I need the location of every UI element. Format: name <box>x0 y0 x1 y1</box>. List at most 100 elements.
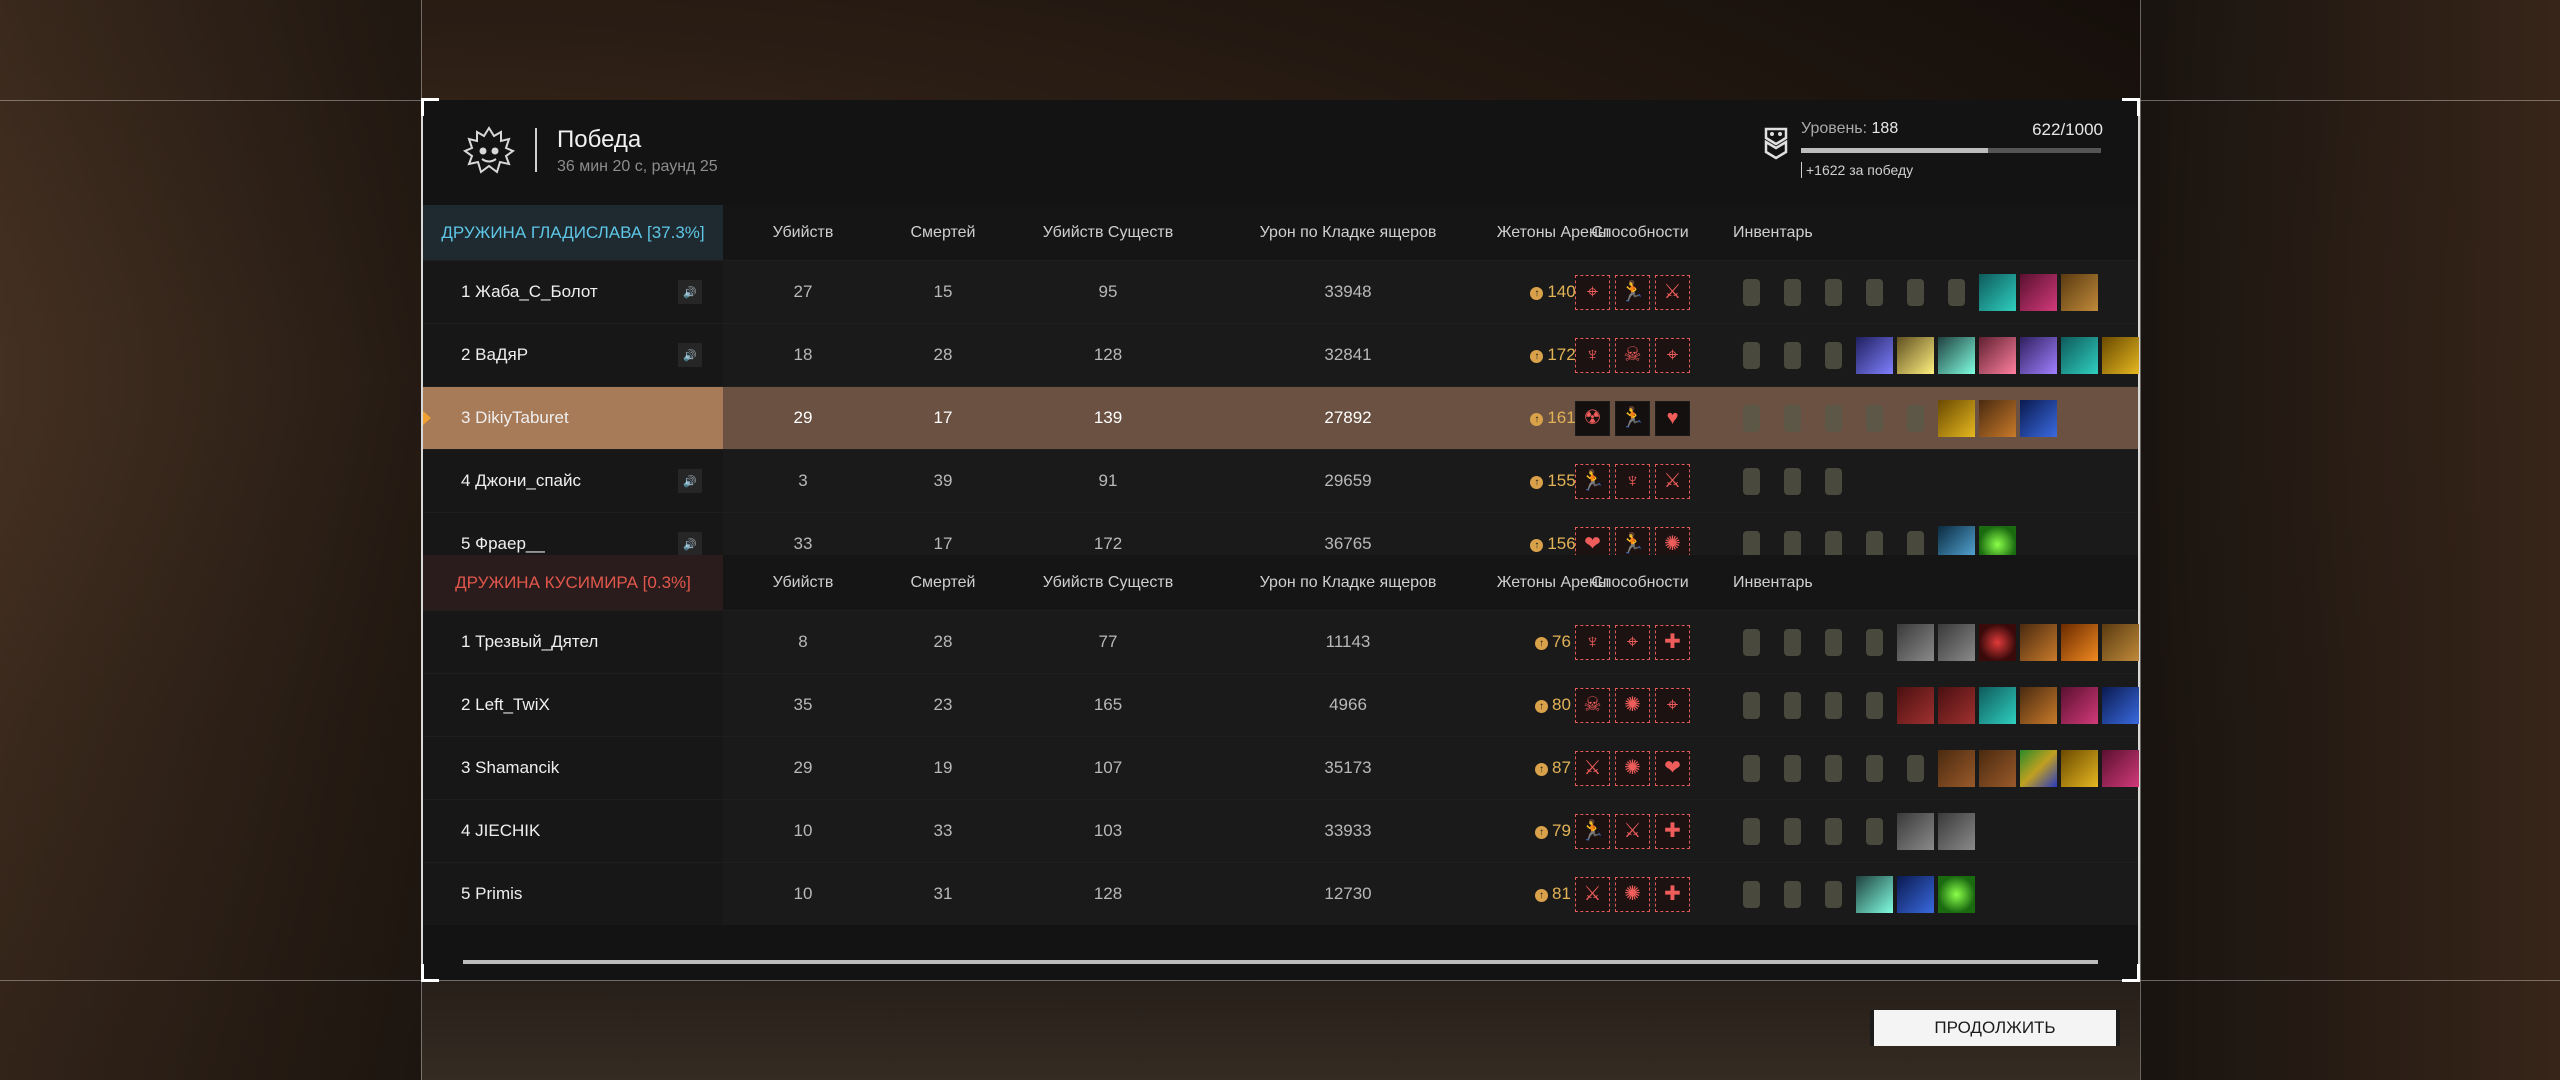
brain-icon[interactable]: ✺ <box>1615 877 1650 912</box>
inventory-item-gray-icon[interactable] <box>1938 624 1975 661</box>
inventory-item-rifle-icon[interactable] <box>1856 750 1893 787</box>
inventory-item-stick-icon[interactable] <box>1815 687 1852 724</box>
inventory-item-grenade-icon[interactable] <box>1774 400 1811 437</box>
inventory-item-blue-icon[interactable] <box>1897 876 1934 913</box>
column-header[interactable]: Урон по Кладке ящеров <box>1213 555 1483 610</box>
inventory-item-disk-teal-icon[interactable] <box>1856 876 1893 913</box>
inventory-item-rifle-icon[interactable] <box>1856 687 1893 724</box>
column-header[interactable]: Способности <box>1575 555 1705 610</box>
inventory-item-rifle-icon[interactable] <box>1815 337 1852 374</box>
inventory-item-teal-icon[interactable] <box>1979 274 2016 311</box>
inventory-item-teal-icon[interactable] <box>2061 337 2098 374</box>
inventory-item-brown-icon[interactable] <box>1979 750 2016 787</box>
inventory-item-crate-icon[interactable] <box>2061 274 2098 311</box>
inventory-item-gold-icon[interactable] <box>2102 337 2139 374</box>
inventory-item-blue-icon[interactable] <box>2020 400 2057 437</box>
slash-icon[interactable]: ⚔ <box>1615 814 1650 849</box>
player-row[interactable]: 4 JIECHIK 10 33 103 33933 ↑ 79 🏃 ⚔ ✚ <box>423 799 2138 862</box>
slash-icon[interactable]: ⚔ <box>1575 751 1610 786</box>
inventory-item-boots-icon[interactable] <box>1979 400 2016 437</box>
column-header[interactable]: Убийств <box>723 555 883 610</box>
mute-speaker-icon[interactable]: 🔊 <box>678 469 702 493</box>
inventory-item-armor-icon[interactable] <box>1733 813 1770 850</box>
inventory-item-armor-icon[interactable] <box>1733 624 1770 661</box>
inventory-item-gold-icon[interactable] <box>2061 750 2098 787</box>
inventory-item-armor-icon[interactable] <box>1733 463 1770 500</box>
inventory-item-stick-icon[interactable] <box>1815 876 1852 913</box>
inventory-item-flask-icon[interactable] <box>1815 274 1852 311</box>
inventory-item-green-flask-icon[interactable] <box>1815 750 1852 787</box>
crosshair-icon[interactable]: ⌖ <box>1575 275 1610 310</box>
inventory-item-boots-icon[interactable] <box>2020 624 2057 661</box>
continue-button[interactable]: ПРОДОЛЖИТЬ <box>1870 1010 2120 1046</box>
column-header[interactable]: Убийств Существ <box>1003 205 1213 260</box>
brain-icon[interactable]: ✺ <box>1615 751 1650 786</box>
inventory-item-rifle-icon[interactable] <box>1856 813 1893 850</box>
wings-icon[interactable]: ♆ <box>1575 625 1610 660</box>
player-row[interactable]: 1 Трезвый_Дятел 8 28 77 11143 ↑ 76 ♆ ⌖ ✚ <box>423 610 2139 673</box>
runner-icon[interactable]: 🏃 <box>1615 401 1650 436</box>
inventory-item-crate-icon[interactable] <box>2102 624 2139 661</box>
player-row[interactable]: 4 Джони_спайс 🔊 3 39 91 29659 ↑ 155 🏃 ♆ ⚔ <box>423 449 2138 512</box>
cross-target-icon[interactable]: ✚ <box>1655 625 1690 660</box>
inventory-item-gray-icon[interactable] <box>1897 813 1934 850</box>
inventory-item-magenta-icon[interactable] <box>2020 274 2057 311</box>
inventory-item-stick-icon[interactable] <box>1856 274 1893 311</box>
crosshair-icon[interactable]: ⌖ <box>1615 625 1650 660</box>
wings-icon[interactable]: ♆ <box>1575 338 1610 373</box>
inventory-item-disk-purple-icon[interactable] <box>2020 337 2057 374</box>
inventory-item-flask-icon[interactable] <box>1815 813 1852 850</box>
inventory-item-orange-icon[interactable] <box>2061 624 2098 661</box>
inventory-item-rifle-icon[interactable] <box>1856 400 1893 437</box>
inventory-item-boots-icon[interactable] <box>2020 687 2057 724</box>
wings-icon[interactable]: ♆ <box>1615 464 1650 499</box>
inventory-item-blue-icon[interactable] <box>2102 687 2139 724</box>
slash-icon[interactable]: ⚔ <box>1655 275 1690 310</box>
inventory-item-maroon-icon[interactable] <box>1938 687 1975 724</box>
inventory-item-rod-icon[interactable] <box>1897 400 1934 437</box>
inventory-item-brown-icon[interactable] <box>1938 750 1975 787</box>
runner-icon[interactable]: 🏃 <box>1615 275 1650 310</box>
inventory-item-green-orb-icon[interactable] <box>1938 876 1975 913</box>
player-row[interactable]: 3 DikiyTaburet 29 17 139 27892 ↑ 161 ☢ 🏃 ♥ <box>423 386 2138 449</box>
inventory-item-multi-icon[interactable] <box>2020 750 2057 787</box>
cross-target-icon[interactable]: ✚ <box>1655 877 1690 912</box>
inventory-item-grenade-icon[interactable] <box>1774 876 1811 913</box>
inventory-item-grenade-icon[interactable] <box>1774 337 1811 374</box>
inventory-item-gold-icon[interactable] <box>1938 400 1975 437</box>
inventory-item-rod-icon[interactable] <box>1897 274 1934 311</box>
inventory-item-grenade-icon[interactable] <box>1774 813 1811 850</box>
inventory-item-disk-teal-icon[interactable] <box>1938 337 1975 374</box>
player-row[interactable]: 3 Shamancik 29 19 107 35173 ↑ 87 ⚔ ✺ ❤ <box>423 736 2139 799</box>
inventory-item-armor-icon[interactable] <box>1733 400 1770 437</box>
inventory-item-grenade-icon[interactable] <box>1774 274 1811 311</box>
crosshair-icon[interactable]: ⌖ <box>1655 688 1690 723</box>
column-header[interactable]: Смертей <box>883 555 1003 610</box>
slash-icon[interactable]: ⚔ <box>1655 464 1690 499</box>
inventory-item-armor-icon[interactable] <box>1733 750 1770 787</box>
scrollbar-thumb[interactable] <box>463 960 2098 964</box>
column-header[interactable]: Инвентарь <box>1733 205 1853 260</box>
inventory-item-magenta-icon[interactable] <box>2061 687 2098 724</box>
inventory-item-rod-icon[interactable] <box>1897 750 1934 787</box>
inventory-item-rifle-icon[interactable] <box>1856 624 1893 661</box>
runner-icon[interactable]: 🏃 <box>1575 464 1610 499</box>
inventory-item-grenade-icon[interactable] <box>1774 750 1811 787</box>
player-row[interactable]: 2 Left_TwiX 35 23 165 4966 ↑ 80 ☠ ✺ ⌖ <box>423 673 2139 736</box>
runner-icon[interactable]: 🏃 <box>1575 814 1610 849</box>
column-header[interactable]: Инвентарь <box>1733 555 1853 610</box>
inventory-item-stick-icon[interactable] <box>1815 463 1852 500</box>
radiation-icon[interactable]: ☢ <box>1575 401 1610 436</box>
inventory-item-grenade-icon[interactable] <box>1774 687 1811 724</box>
inventory-item-magenta-icon[interactable] <box>2102 750 2139 787</box>
inventory-item-gray-icon[interactable] <box>1938 813 1975 850</box>
demon-icon[interactable]: ☠ <box>1575 688 1610 723</box>
inventory-item-gray-icon[interactable] <box>1897 624 1934 661</box>
inventory-item-grenade-icon[interactable] <box>1774 463 1811 500</box>
inventory-item-disk-pink-icon[interactable] <box>1979 337 2016 374</box>
mute-speaker-icon[interactable]: 🔊 <box>678 532 702 556</box>
mute-speaker-icon[interactable]: 🔊 <box>678 280 702 304</box>
column-header[interactable]: Урон по Кладке ящеров <box>1213 205 1483 260</box>
player-row[interactable]: 5 Primis 10 31 128 12730 ↑ 81 ⚔ ✺ ✚ <box>423 862 2138 925</box>
demon-icon[interactable]: ☠ <box>1615 338 1650 373</box>
